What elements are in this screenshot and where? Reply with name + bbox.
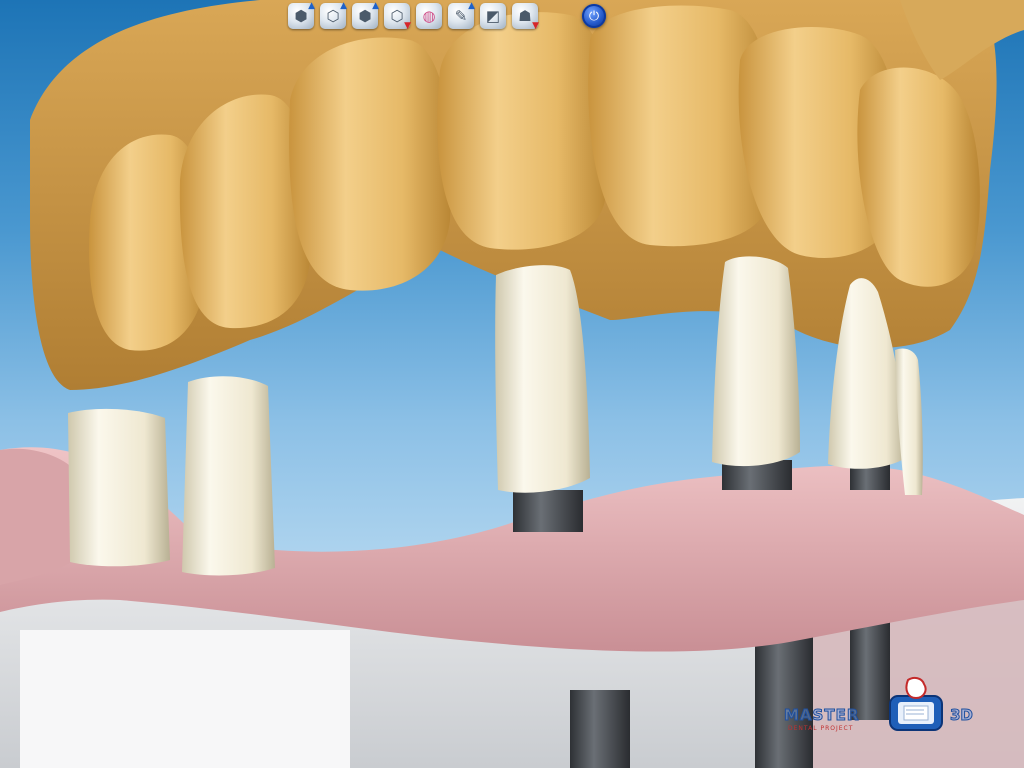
- analog-stem: [513, 490, 583, 532]
- arrow-up-icon: ▲: [340, 1, 347, 11]
- analog-post: [570, 690, 630, 768]
- 3d-viewport[interactable]: ⬢ ▲ ⬡ ▲ ⬢ ▲ ⬡ ▼ ◍ ✎ ▲ ◩ ☗ ▼ ⏻ MASTER 3D DENTAL…: [0, 0, 1024, 768]
- master3d-logo: MASTER 3D DENTAL PROJECT: [783, 676, 1004, 740]
- section-plane-icon[interactable]: ◩: [480, 3, 506, 29]
- tooth: [437, 12, 610, 250]
- tooth: [289, 37, 452, 291]
- model-down-icon[interactable]: ⬡ ▼: [384, 3, 411, 31]
- power-icon: ⏻: [588, 8, 600, 24]
- logo-brand-3d: 3D: [950, 706, 974, 725]
- abutment: [182, 376, 275, 576]
- pipette-icon[interactable]: ✎ ▲: [448, 1, 475, 29]
- logo-brand-sub: DENTAL PROJECT: [788, 725, 854, 732]
- arrow-up-icon: ▲: [308, 1, 315, 11]
- model-shell-icon[interactable]: ⬢ ▲: [352, 1, 379, 29]
- crown-down-icon[interactable]: ☗ ▼: [512, 3, 539, 31]
- dental-scene[interactable]: [0, 0, 1024, 768]
- model-rotate-icon[interactable]: ⬡ ▲: [320, 1, 347, 29]
- abutment: [712, 256, 800, 467]
- arrow-down-icon: ▼: [404, 21, 411, 31]
- power-button[interactable]: ⏻: [582, 4, 606, 28]
- logo-brand-main: MASTER: [783, 706, 860, 725]
- logo-emblem-icon: [889, 676, 943, 731]
- model-up-icon[interactable]: ⬢ ▲: [288, 1, 315, 29]
- arrow-down-icon: ▼: [532, 21, 539, 31]
- arrow-up-icon: ▲: [372, 1, 379, 11]
- torus-icon[interactable]: ◍: [416, 3, 442, 29]
- abutment: [68, 408, 170, 567]
- base-model-front: [20, 630, 350, 768]
- toolbar: ⬢ ▲ ⬡ ▲ ⬢ ▲ ⬡ ▼ ◍ ✎ ▲ ◩ ☗ ▼ ⏻: [288, 1, 606, 31]
- gingiva-left: [0, 448, 75, 585]
- abutment: [495, 265, 590, 493]
- arrow-up-icon: ▲: [468, 1, 475, 11]
